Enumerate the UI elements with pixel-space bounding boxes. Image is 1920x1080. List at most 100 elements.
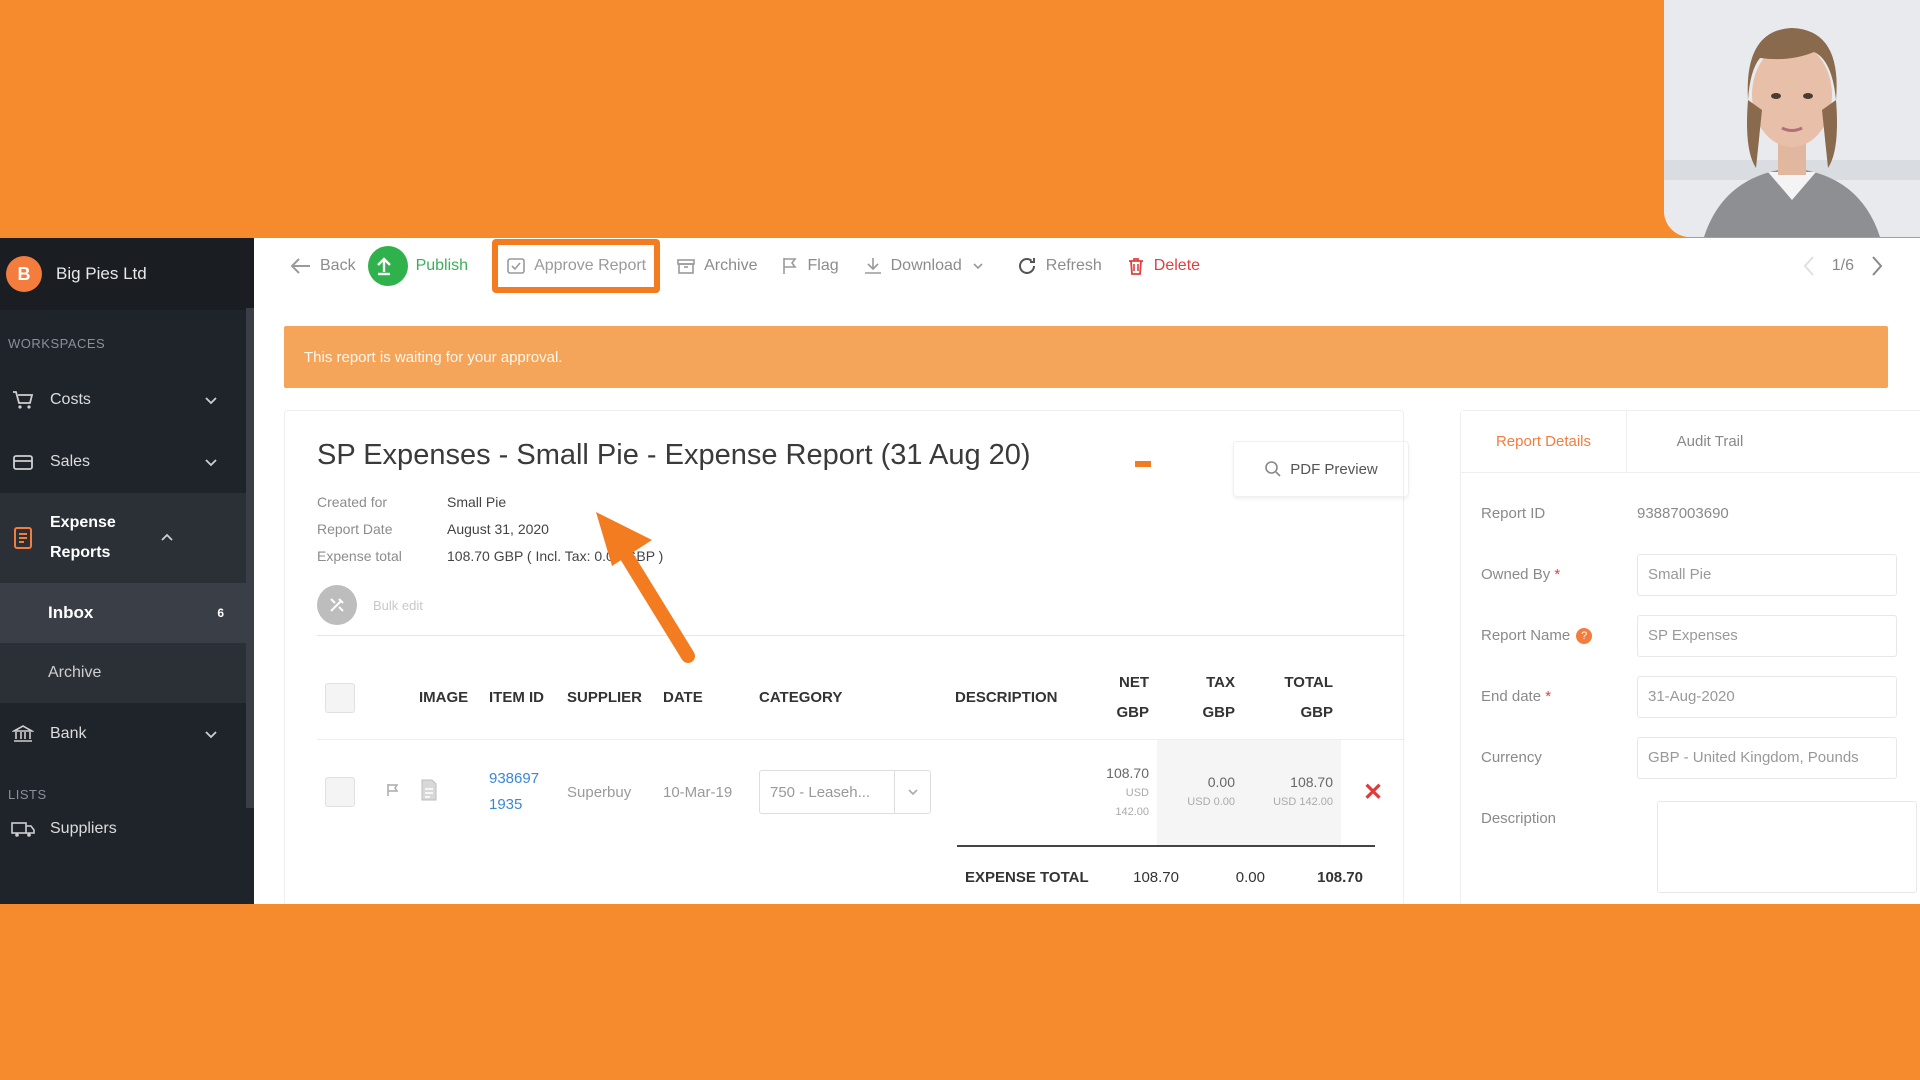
select-all-checkbox[interactable] <box>325 682 355 713</box>
currency-field: Currency GBP - United Kingdom, Pounds <box>1461 727 1920 788</box>
cart-icon <box>10 389 36 411</box>
item-id-link[interactable]: 938697 1935 <box>481 738 559 845</box>
report-id-value: 93887003690 <box>1637 505 1729 522</box>
col-tax: TAX GBP <box>1202 673 1235 721</box>
col-description: DESCRIPTION <box>955 689 1058 707</box>
delete-label: Delete <box>1153 257 1201 274</box>
help-icon[interactable]: ? <box>1576 628 1593 645</box>
currency-select[interactable]: GBP - United Kingdom, Pounds <box>1637 736 1897 779</box>
end-date-input[interactable]: 31-Aug-2020 <box>1637 675 1897 718</box>
owned-by-label: Owned By * <box>1481 566 1561 583</box>
sidebar-item-suppliers[interactable]: Suppliers <box>0 802 254 856</box>
refresh-icon <box>1018 257 1035 274</box>
supplier-cell: Superbuy <box>559 738 655 845</box>
table-row[interactable]: 938697 1935 Superbuy 10-Mar-19 750 - Leas… <box>317 738 1405 845</box>
flag-button[interactable]: Flag <box>781 246 839 286</box>
flag-icon[interactable] <box>385 782 401 798</box>
bulk-edit[interactable]: Bulk edit <box>317 585 423 625</box>
report-id-label: Report ID <box>1481 505 1546 522</box>
register-icon <box>10 451 36 473</box>
sidebar-item-label: Bank <box>50 725 87 742</box>
expense-total-row-label: EXPENSE TOTAL <box>965 868 1089 886</box>
tab-audit-trail[interactable]: Audit Trail <box>1627 411 1793 472</box>
sidebar-item-label: Expense Reports <box>50 514 116 561</box>
category-select[interactable]: 750 - Leaseh... <box>759 770 931 815</box>
chevron-down-icon <box>205 397 217 405</box>
sidebar-item-bank[interactable]: Bank <box>0 703 254 765</box>
pdf-preview-button[interactable]: PDF Preview <box>1233 441 1409 497</box>
chevron-up-icon <box>161 533 173 541</box>
presenter-video <box>1664 0 1920 237</box>
sidebar-item-expense-reports[interactable]: Expense Reports <box>0 493 254 583</box>
total-total: 108.70 <box>1317 868 1363 886</box>
sidebar-item-label: Inbox <box>48 603 94 622</box>
truck-icon <box>10 818 36 840</box>
tab-report-details[interactable]: Report Details <box>1461 411 1627 472</box>
tax-cell: 0.00 USD 0.00 <box>1157 738 1243 845</box>
upload-icon <box>367 246 408 286</box>
report-name-field: Report Name? SP Expenses <box>1461 605 1920 666</box>
company-switcher[interactable]: B Big Pies Ltd <box>0 238 254 310</box>
col-image: IMAGE <box>419 689 469 707</box>
remove-item-icon[interactable]: ✕ <box>1341 738 1405 845</box>
download-icon <box>864 258 881 274</box>
trash-icon <box>1128 258 1143 275</box>
refresh-button[interactable]: Refresh <box>1016 246 1102 286</box>
delete-button[interactable]: Delete <box>1126 246 1200 286</box>
refresh-label: Refresh <box>1045 257 1102 274</box>
receipt-image-icon[interactable] <box>419 778 439 802</box>
download-label: Download <box>890 257 962 274</box>
created-for-value: Small Pie <box>447 494 507 510</box>
end-date-label: End date * <box>1481 688 1552 705</box>
report-pager: 1/6 <box>1802 238 1884 294</box>
back-button[interactable]: Back <box>290 246 356 286</box>
search-icon <box>1265 461 1281 477</box>
col-item-id: ITEM ID <box>489 689 544 707</box>
arrow-left-icon <box>290 258 310 274</box>
workspaces-label: WORKSPACES <box>8 336 106 351</box>
sidebar-scrollbar[interactable] <box>246 308 254 808</box>
back-label: Back <box>320 257 356 274</box>
created-for-label: Created for <box>317 494 388 510</box>
webcam-overlay <box>1664 0 1920 237</box>
currency-label: Currency <box>1481 749 1542 766</box>
end-date-field: End date * 31-Aug-2020 <box>1461 666 1920 727</box>
description-label: Description <box>1481 810 1557 827</box>
archive-icon <box>677 259 695 274</box>
date-cell: 10-Mar-19 <box>655 738 751 845</box>
archive-button[interactable]: Archive <box>676 246 757 286</box>
sidebar-item-archive[interactable]: Archive <box>0 643 254 703</box>
description-textarea[interactable] <box>1657 801 1917 893</box>
chevron-right-icon[interactable] <box>1870 255 1884 277</box>
bulk-edit-label: Bulk edit <box>373 597 423 613</box>
bank-icon <box>10 723 36 745</box>
sidebar-item-label: Archive <box>48 664 102 681</box>
inbox-count-badge: 6 <box>217 606 224 620</box>
approve-report-button[interactable]: Approve Report <box>492 239 661 293</box>
sidebar-item-label: Suppliers <box>50 820 117 837</box>
details-tabs: Report Details Audit Trail <box>1461 411 1920 473</box>
status-indicator <box>1135 461 1151 467</box>
report-name-input[interactable]: SP Expenses <box>1637 614 1897 657</box>
chevron-left-icon[interactable] <box>1802 255 1816 277</box>
net-cell: 108.70 USD 142.00 <box>1087 738 1157 845</box>
col-date: DATE <box>663 689 703 707</box>
total-net: 108.70 <box>1133 868 1179 886</box>
report-date-value: August 31, 2020 <box>447 521 549 537</box>
document-check-icon <box>507 258 525 274</box>
flag-label: Flag <box>807 257 839 274</box>
chevron-down-icon <box>205 459 217 467</box>
pdf-preview-label: PDF Preview <box>1290 460 1378 478</box>
publish-button[interactable]: Publish <box>367 246 468 286</box>
row-checkbox[interactable] <box>325 777 355 808</box>
download-dropdown[interactable]: Download <box>863 246 992 286</box>
report-details-panel: Report Details Audit Trail Report ID 938… <box>1460 410 1920 904</box>
sidebar-item-costs[interactable]: Costs <box>0 369 254 431</box>
description-cell <box>947 738 1087 845</box>
sidebar-item-sales[interactable]: Sales <box>0 431 254 493</box>
sidebar-item-inbox[interactable]: Inbox 6 <box>0 583 254 643</box>
approval-banner: This report is waiting for your approval… <box>284 326 1888 388</box>
report-title: SP Expenses - Small Pie - Expense Report… <box>317 439 1031 471</box>
owned-by-select[interactable]: Small Pie <box>1637 553 1897 596</box>
app-screen: B Big Pies Ltd WORKSPACES Costs Sales Ex… <box>0 238 1920 904</box>
